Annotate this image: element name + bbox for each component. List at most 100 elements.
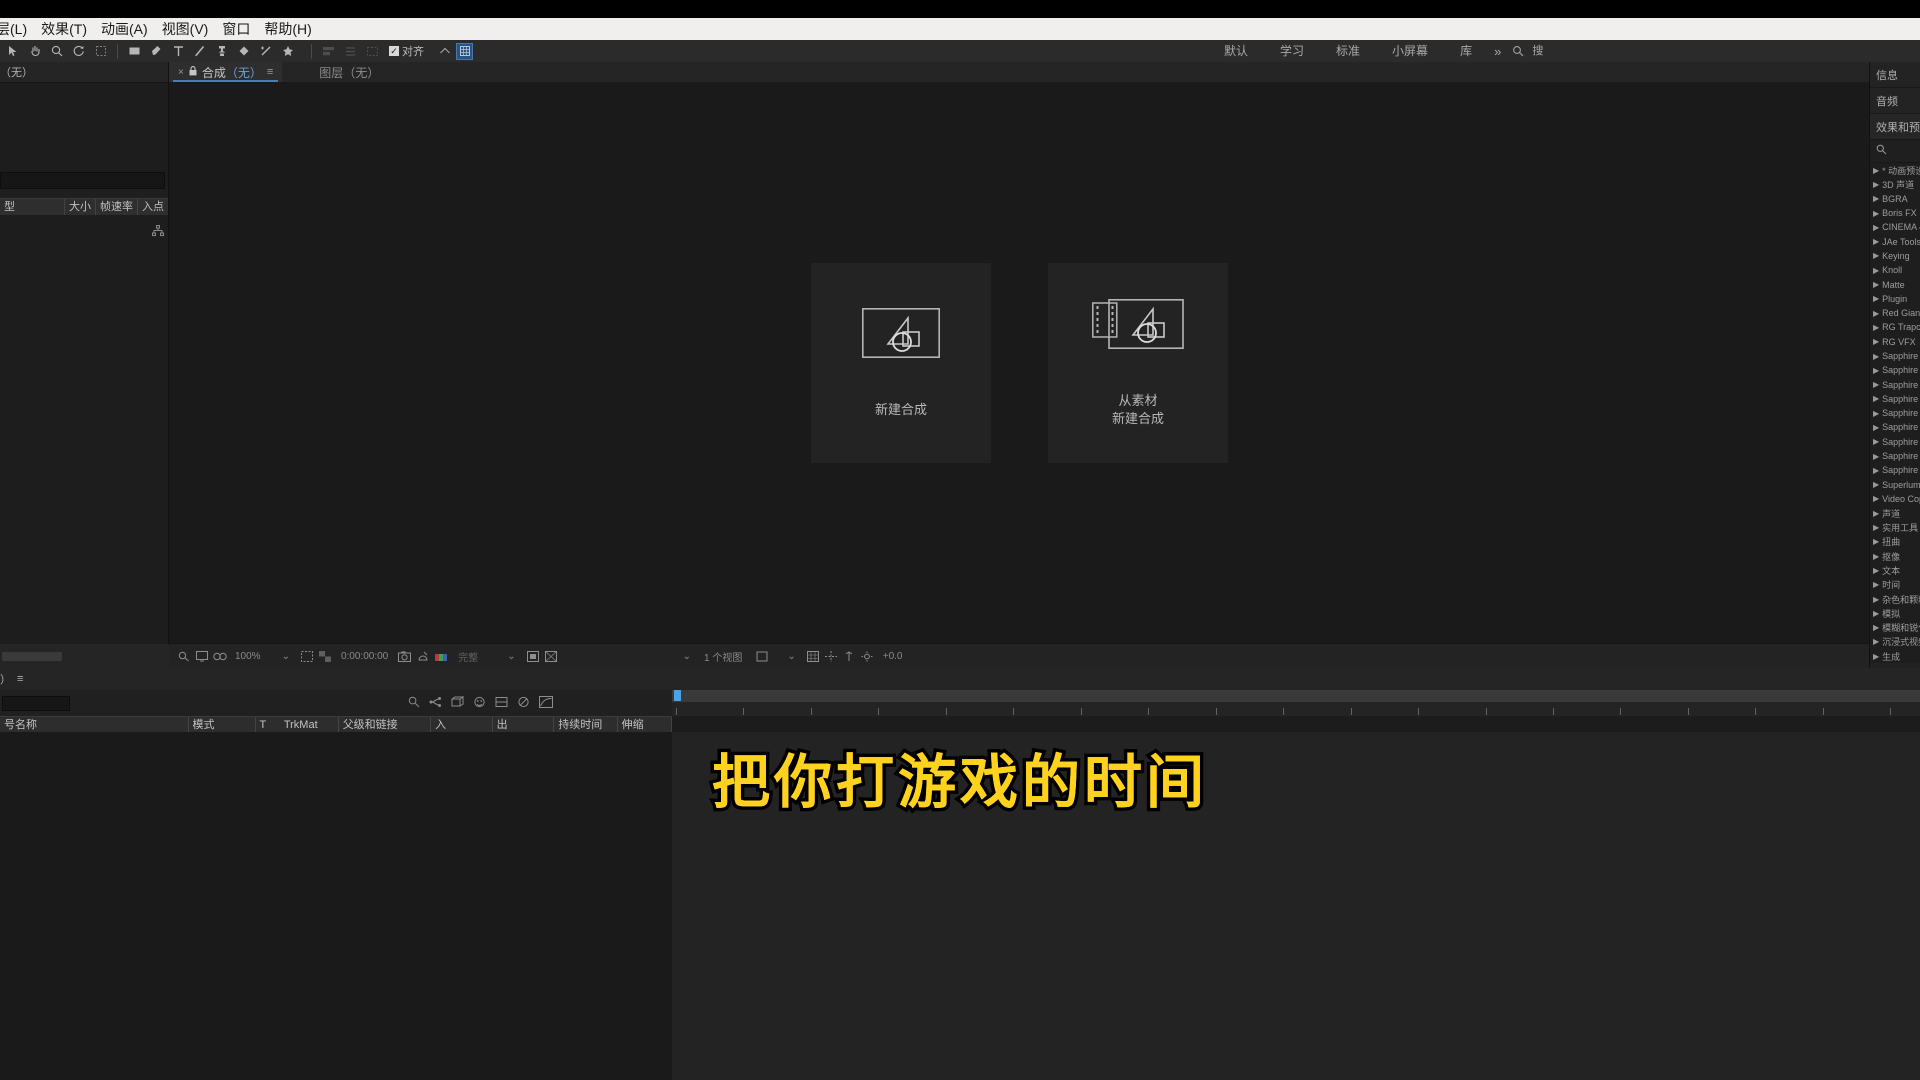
effects-group-row[interactable]: ▶ BGRA [1870, 192, 1920, 206]
view-dropdown-icon[interactable]: ⌄ [683, 651, 691, 662]
snapping-control[interactable]: ✓ 对齐 [389, 43, 424, 59]
tab-layer[interactable]: 图层（无） [310, 62, 388, 82]
exposure-value[interactable]: +0.0 [883, 651, 903, 662]
project-panel-tab[interactable]: （无） [0, 62, 168, 83]
chevron-right-icon[interactable]: ▶ [1873, 480, 1879, 489]
viewer-timecode[interactable]: 0:00:00:00 [341, 651, 388, 662]
chevron-right-icon[interactable]: ▶ [1873, 366, 1879, 375]
zoom-tool-icon[interactable] [46, 41, 68, 61]
grid-overlay-icon[interactable] [456, 42, 473, 60]
menu-item-view[interactable]: 视图(V) [155, 18, 216, 40]
chevron-right-icon[interactable]: ▶ [1873, 251, 1879, 260]
effects-group-row[interactable]: ▶ Boris FX [1870, 206, 1920, 220]
chevron-right-icon[interactable]: ▶ [1873, 523, 1879, 532]
type-tool-icon[interactable] [167, 41, 189, 61]
effects-group-row[interactable]: ▶ Matte [1870, 277, 1920, 291]
chevron-right-icon[interactable]: ▶ [1873, 494, 1879, 503]
chevron-right-icon[interactable]: ▶ [1873, 552, 1879, 561]
view-layout-icon[interactable] [545, 650, 558, 662]
align-dashed-icon[interactable] [361, 41, 383, 61]
clone-stamp-tool-icon[interactable] [211, 41, 233, 61]
chevron-right-icon[interactable]: ▶ [1873, 595, 1879, 604]
chevron-right-icon[interactable]: ▶ [1873, 194, 1879, 203]
rectangle-tool-icon[interactable] [123, 41, 145, 61]
tab-info[interactable]: 信息 [1870, 62, 1920, 88]
timeline-tab-label[interactable]: ） [0, 671, 11, 687]
effects-group-row[interactable]: ▶Superluminal [1870, 478, 1920, 492]
effects-group-row[interactable]: ▶ 文本 [1870, 563, 1920, 577]
draft-3d-icon[interactable] [451, 695, 465, 711]
effects-search-input[interactable] [1870, 140, 1920, 163]
chevron-right-icon[interactable]: ▶ [1873, 566, 1879, 575]
effects-group-list[interactable]: ▶* 动画预设▶3D 声道▶BGRA▶Boris FX▶CINEMA 4D▶JA… [1870, 163, 1920, 664]
motion-blur-icon[interactable] [517, 696, 530, 711]
workspace-small-screen[interactable]: 小屏幕 [1376, 40, 1444, 62]
chevron-right-icon[interactable]: ▶ [1873, 280, 1879, 289]
chevron-right-icon[interactable]: ▶ [1873, 609, 1879, 618]
resolution-dropdown-icon[interactable]: ⌄ [507, 651, 515, 662]
effects-group-row[interactable]: ▶ 3D 声道 [1870, 177, 1920, 191]
menu-item-effect[interactable]: 效果(T) [34, 18, 94, 40]
composition-mini-flowchart-icon[interactable] [429, 696, 442, 711]
chevron-right-icon[interactable]: ▶ [1873, 337, 1879, 346]
chevron-right-icon[interactable]: ▶ [1873, 166, 1879, 175]
timeline-col-trkmat[interactable]: TrkMat [280, 717, 339, 733]
tab-composition[interactable]: × 合成（无） ≡ [169, 62, 283, 82]
workspace-learn[interactable]: 学习 [1264, 40, 1320, 62]
chevron-right-icon[interactable]: ▶ [1873, 537, 1879, 546]
chevron-right-icon[interactable]: ▶ [1873, 266, 1879, 275]
timeline-panel-menu-icon[interactable]: ≡ [17, 673, 23, 685]
effects-group-row[interactable]: ▶沉浸式视频 [1870, 635, 1920, 649]
effects-group-row[interactable]: ▶ 生成 [1870, 649, 1920, 663]
chevron-right-icon[interactable]: ▶ [1873, 237, 1879, 246]
effects-group-row[interactable]: ▶Sapphire Time [1870, 377, 1920, 391]
effects-group-row[interactable]: ▶Sapphire Adjust [1870, 449, 1920, 463]
workspace-standard[interactable]: 标准 [1320, 40, 1376, 62]
align-distribute-icon[interactable] [339, 41, 361, 61]
chevron-right-icon[interactable]: ▶ [1873, 437, 1879, 446]
project-col-framerate[interactable]: 帧速率 [96, 199, 138, 216]
chevron-right-icon[interactable]: ▶ [1873, 380, 1879, 389]
region-of-interest-icon[interactable] [301, 650, 314, 662]
new-composition-from-footage-button[interactable]: 从素材 新建合成 [1048, 263, 1228, 463]
puppet-pin-tool-icon[interactable] [277, 41, 299, 61]
show-snapshot-icon[interactable] [416, 651, 429, 662]
exposure-icon[interactable] [861, 651, 874, 662]
timeline-col-mode[interactable]: 模式 [189, 717, 256, 733]
effects-group-row[interactable]: ▶模糊和锐化 [1870, 621, 1920, 635]
chevron-right-icon[interactable]: ▶ [1873, 509, 1879, 518]
project-bitdepth-bar[interactable] [2, 651, 62, 661]
chevron-right-icon[interactable]: ▶ [1873, 652, 1879, 661]
timeline-col-parent[interactable]: 父级和链接 [339, 717, 432, 733]
chevron-right-icon[interactable]: ▶ [1873, 637, 1879, 646]
zoom-level-value[interactable]: 100% [235, 651, 261, 662]
timeline-col-t[interactable]: T [256, 717, 280, 733]
timeline-col-layername[interactable]: 号名称 [0, 717, 189, 733]
effects-group-row[interactable]: ▶CINEMA 4D [1870, 220, 1920, 234]
chevron-right-icon[interactable]: ▶ [1873, 409, 1879, 418]
effects-group-row[interactable]: ▶ 声道 [1870, 506, 1920, 520]
timeline-col-out[interactable]: 出 [493, 717, 555, 733]
guides-icon[interactable] [825, 650, 838, 662]
chevron-right-icon[interactable]: ▶ [1873, 452, 1879, 461]
effects-group-row[interactable]: ▶Sapphire Blur [1870, 349, 1920, 363]
timeline-ruler[interactable] [672, 690, 1920, 702]
lock-icon[interactable] [189, 65, 197, 79]
pixel-aspect-icon[interactable] [755, 651, 768, 662]
effects-group-row[interactable]: ▶ Plugin [1870, 292, 1920, 306]
hand-tool-icon[interactable] [24, 41, 46, 61]
pan-behind-tool-icon[interactable] [90, 41, 112, 61]
eraser-tool-icon[interactable] [233, 41, 255, 61]
project-col-size[interactable]: 大小 [65, 199, 96, 216]
rulers-icon[interactable] [843, 650, 856, 662]
panel-menu-icon[interactable]: ≡ [267, 66, 273, 78]
timeline-search-icon[interactable] [408, 696, 420, 711]
effects-group-row[interactable]: ▶Sapphire Lighting [1870, 420, 1920, 434]
effects-group-row[interactable]: ▶Sapphire Distort [1870, 363, 1920, 377]
chevron-right-icon[interactable]: ▶ [1873, 394, 1879, 403]
timeline-current-time[interactable] [2, 695, 70, 711]
effects-group-row[interactable]: ▶ 扭曲 [1870, 535, 1920, 549]
zoom-dropdown-icon[interactable]: ⌄ [282, 651, 290, 662]
chevron-right-icon[interactable]: ▶ [1873, 294, 1879, 303]
grid-icon[interactable] [807, 650, 820, 662]
